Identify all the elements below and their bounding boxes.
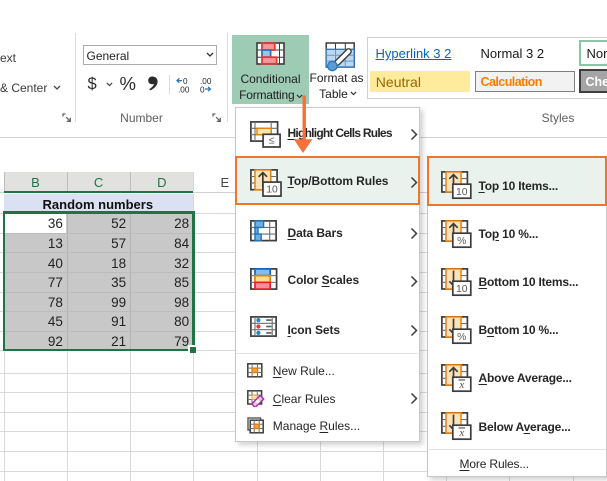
svg-text:10: 10: [456, 284, 468, 295]
svg-text:x: x: [459, 379, 465, 391]
svg-text:10: 10: [456, 186, 468, 197]
svg-text:%: %: [458, 235, 467, 246]
svg-text:10: 10: [266, 185, 278, 196]
svg-text:≤: ≤: [269, 136, 275, 147]
svg-text:%: %: [458, 332, 467, 343]
svg-text:x: x: [459, 427, 465, 439]
